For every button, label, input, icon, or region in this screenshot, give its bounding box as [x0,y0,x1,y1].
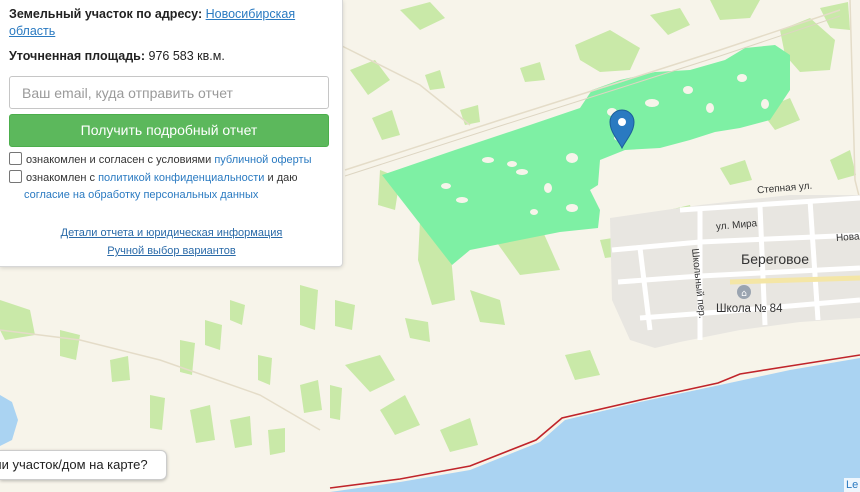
label-village: Береговое [741,251,809,267]
agree-offer-checkbox[interactable] [9,152,22,165]
area-label: Уточненная площадь: [9,49,146,63]
info-panel: Земельный участок по адресу: Новосибирск… [0,0,343,267]
agree-privacy-row: ознакомлен с политикой конфиденциальност… [9,170,333,204]
label-street-novaya: Новая [835,231,860,244]
label-school: Школа № 84 [716,303,783,315]
address-line: Земельный участок по адресу: Новосибирск… [9,6,333,40]
agree-privacy-text-b: и даю [264,172,298,184]
consent-link[interactable]: согласие на обработку персональных данны… [24,189,258,201]
get-report-button[interactable]: Получить подробный отчет [9,114,329,147]
area-value: 976 583 кв.м. [148,49,225,63]
address-label: Земельный участок по адресу: [9,7,203,21]
details-link-row: Детали отчета и юридическая информация [0,227,343,239]
details-link[interactable]: Детали отчета и юридическая информация [61,227,283,239]
manual-link-row: Ручной выбор вариантов [0,245,343,257]
area-line: Уточненная площадь: 976 583 кв.м. [9,49,333,63]
manual-choice-link[interactable]: Ручной выбор вариантов [107,245,235,257]
privacy-policy-link[interactable]: политикой конфиденциальности [98,172,264,184]
agree-offer-row: ознакомлен и согласен с условиями публич… [9,152,333,169]
svg-text:⌂: ⌂ [741,289,747,299]
offer-link[interactable]: публичной оферты [214,154,311,166]
email-input[interactable] [9,76,329,109]
agree-privacy-text-a: ознакомлен с [26,172,99,184]
map-attribution[interactable]: Le [844,478,860,492]
agree-offer-text: ознакомлен и согласен с условиями [26,154,215,166]
map-tip-button[interactable]: ли участок/дом на карте? [0,450,167,480]
agree-privacy-checkbox[interactable] [9,170,22,183]
